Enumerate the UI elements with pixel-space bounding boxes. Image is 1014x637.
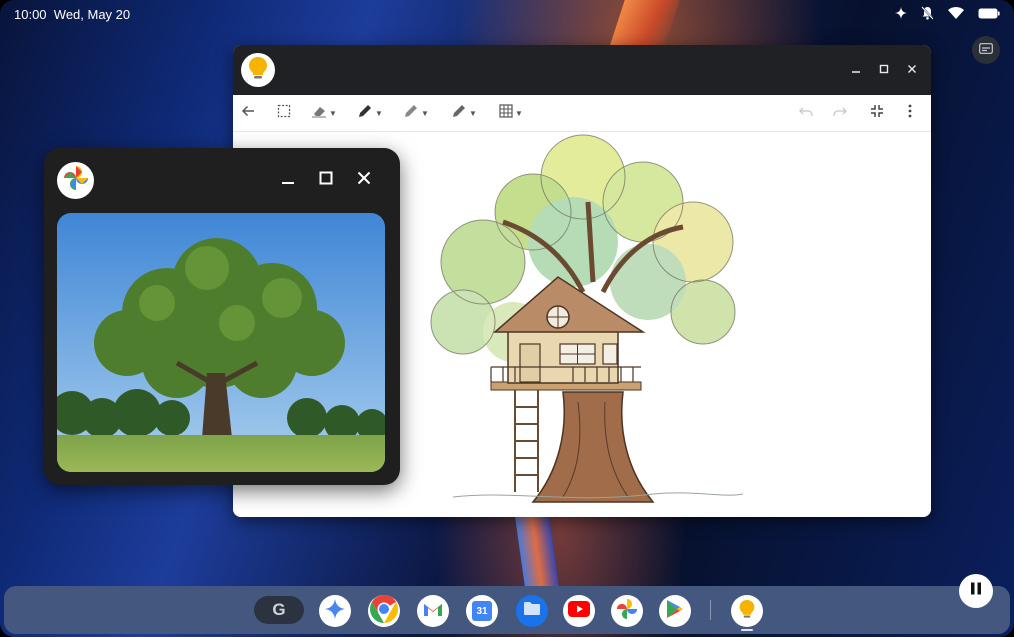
chevron-down-icon: ▼ bbox=[469, 108, 477, 118]
youtube-icon bbox=[568, 600, 590, 622]
shelf-app-youtube[interactable] bbox=[563, 595, 595, 627]
pencil-tool[interactable]: ▼ bbox=[403, 103, 429, 123]
pen-icon bbox=[357, 103, 373, 124]
minimize-icon bbox=[851, 61, 861, 79]
keep-titlebar[interactable] bbox=[233, 45, 931, 95]
google-photos-icon bbox=[63, 165, 89, 196]
notifications-off-icon bbox=[921, 6, 934, 20]
shelf-app-calendar[interactable]: 31 bbox=[466, 595, 498, 627]
shelf-app-play-store[interactable] bbox=[659, 595, 691, 627]
shelf-divider bbox=[710, 600, 711, 620]
shelf-app-files[interactable] bbox=[516, 595, 548, 627]
back-button[interactable] bbox=[241, 103, 255, 123]
minimize-button[interactable] bbox=[845, 59, 867, 81]
close-button[interactable] bbox=[901, 59, 923, 81]
lasso-select-tool[interactable] bbox=[277, 103, 291, 123]
oak-tree-photo[interactable] bbox=[57, 213, 385, 472]
close-button[interactable] bbox=[352, 168, 376, 192]
maximize-icon bbox=[879, 61, 889, 79]
chrome-icon bbox=[369, 594, 399, 629]
keep-lightbulb-icon bbox=[738, 599, 756, 624]
pen-tool[interactable]: ▼ bbox=[357, 103, 383, 123]
exit-fullscreen-icon bbox=[870, 104, 884, 123]
marker-tool[interactable]: ▼ bbox=[451, 103, 477, 123]
pause-button[interactable] bbox=[959, 574, 993, 608]
photos-app-badge bbox=[57, 162, 94, 199]
redo-icon bbox=[833, 104, 847, 122]
desktop-wallpaper: 10:00 Wed, May 20 ▼ ▼ ▼ ▼ ▼ G 31 bbox=[0, 0, 1014, 637]
calendar-icon: 31 bbox=[472, 601, 492, 621]
closed-captions-icon bbox=[979, 41, 993, 59]
gmail-icon bbox=[423, 601, 443, 622]
shelf-app-keep[interactable] bbox=[731, 595, 763, 627]
launcher-button[interactable]: G bbox=[254, 596, 304, 624]
keep-window-controls bbox=[845, 59, 923, 81]
redo-button[interactable] bbox=[833, 103, 847, 123]
wifi-icon bbox=[948, 7, 964, 19]
close-icon bbox=[357, 171, 371, 190]
status-date: Wed, May 20 bbox=[53, 7, 131, 22]
photos-window-controls bbox=[276, 168, 376, 192]
chevron-down-icon: ▼ bbox=[375, 108, 383, 118]
minimize-icon bbox=[281, 171, 295, 190]
shelf-app-gemini[interactable] bbox=[319, 595, 351, 627]
maximize-button[interactable] bbox=[873, 59, 895, 81]
status-tray[interactable] bbox=[895, 6, 1000, 20]
status-time: 10:00 bbox=[14, 7, 47, 22]
gemini-icon bbox=[325, 598, 345, 624]
pause-icon bbox=[970, 582, 982, 600]
more-vert-icon bbox=[908, 104, 912, 123]
maximize-button[interactable] bbox=[314, 168, 338, 192]
photos-window[interactable] bbox=[44, 148, 400, 485]
battery-icon bbox=[978, 8, 1000, 19]
keep-toolbar: ▼ ▼ ▼ ▼ ▼ bbox=[233, 95, 931, 132]
more-options-button[interactable] bbox=[908, 103, 912, 123]
lasso-select-icon bbox=[277, 104, 291, 123]
closed-captions-button[interactable] bbox=[972, 36, 1000, 64]
wallpaper-stripe bbox=[514, 516, 560, 588]
close-icon bbox=[907, 61, 917, 79]
marker-icon bbox=[451, 103, 467, 124]
grid-tool[interactable]: ▼ bbox=[499, 103, 523, 123]
grid-icon bbox=[499, 103, 513, 123]
undo-button[interactable] bbox=[799, 103, 813, 123]
undo-icon bbox=[799, 104, 813, 122]
status-clock[interactable]: 10:00 Wed, May 20 bbox=[14, 7, 130, 22]
pencil-icon bbox=[403, 103, 419, 124]
chevron-down-icon: ▼ bbox=[421, 108, 429, 118]
shelf-app-photos[interactable] bbox=[611, 595, 643, 627]
files-icon bbox=[523, 601, 541, 621]
shelf: G 31 bbox=[4, 586, 1010, 634]
google-photos-icon bbox=[616, 598, 638, 625]
launcher-label: G bbox=[272, 600, 286, 619]
keep-lightbulb-icon bbox=[247, 56, 269, 85]
minimize-button[interactable] bbox=[276, 168, 300, 192]
exit-fullscreen-button[interactable] bbox=[870, 103, 884, 123]
calendar-date-label: 31 bbox=[476, 605, 488, 617]
shelf-app-gmail[interactable] bbox=[417, 595, 449, 627]
running-indicator bbox=[741, 629, 753, 631]
sparkle-icon bbox=[895, 7, 907, 19]
chevron-down-icon: ▼ bbox=[329, 108, 337, 118]
maximize-icon bbox=[319, 171, 333, 190]
back-arrow-icon bbox=[241, 104, 255, 122]
eraser-icon bbox=[311, 104, 327, 123]
play-store-icon bbox=[666, 599, 684, 624]
chevron-down-icon: ▼ bbox=[515, 108, 523, 118]
eraser-tool[interactable]: ▼ bbox=[311, 103, 337, 123]
keep-app-badge bbox=[241, 53, 275, 87]
shelf-app-chrome[interactable] bbox=[368, 594, 400, 629]
